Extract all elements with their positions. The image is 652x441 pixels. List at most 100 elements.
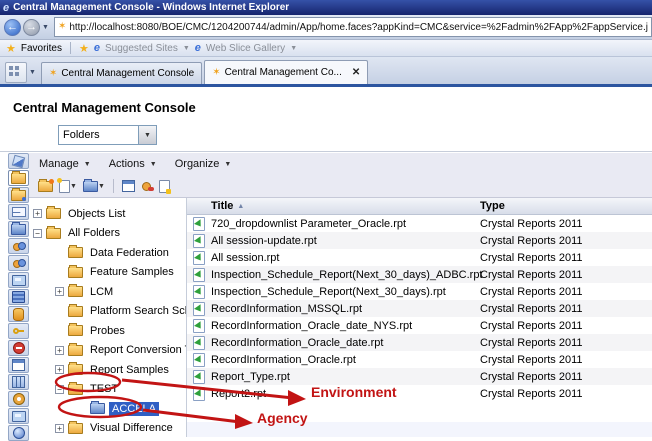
table-row[interactable]: All session.rptCrystal Reports 2011 — [187, 249, 652, 266]
table-row[interactable]: Inspection_Schedule_Report(Next_30_days)… — [187, 266, 652, 283]
type-column-header[interactable]: Type — [480, 200, 652, 212]
address-bar[interactable]: ✶ — [54, 17, 652, 37]
web-slice-button[interactable]: Web Slice Gallery — [206, 43, 285, 54]
tab-cmc-2-active[interactable]: ✶ Central Management Co... ✕ — [204, 60, 368, 84]
menu-row: Manage▼ Actions▼ Organize▼ — [39, 158, 231, 170]
table-row[interactable]: RecordInformation_Oracle_date_NYS.rptCry… — [187, 317, 652, 334]
new-object-button[interactable]: ▼ — [59, 180, 77, 193]
address-input[interactable] — [69, 22, 648, 33]
crystal-report-icon — [193, 370, 205, 384]
row-type: Crystal Reports 2011 — [480, 269, 652, 281]
cmc-area-dropdown[interactable]: Folders ▼ — [58, 125, 157, 145]
table-row[interactable]: Report2.rptCrystal Reports 2011 — [187, 385, 652, 402]
monitoring-button[interactable] — [8, 425, 29, 441]
expand-icon[interactable]: + — [55, 287, 64, 296]
chevron-down-icon[interactable]: ▼ — [138, 126, 156, 144]
tree-item-objects-list[interactable]: + Objects List — [29, 204, 186, 224]
tree-item-label: Visual Difference — [87, 421, 176, 435]
table-row[interactable]: RecordInformation_Oracle.rptCrystal Repo… — [187, 351, 652, 368]
favorites-button[interactable]: Favorites — [21, 43, 62, 54]
title-column-header[interactable]: Title ▲ — [211, 200, 480, 212]
folder-icon — [46, 208, 61, 219]
user-groups-button[interactable] — [8, 255, 29, 271]
users-button[interactable] — [8, 238, 29, 254]
tree-item-probes[interactable]: Probes — [29, 321, 186, 341]
tree-item-visual-difference[interactable]: + Visual Difference — [29, 419, 186, 438]
history-dropdown-icon[interactable]: ▼ — [42, 24, 49, 31]
add-favorite-icon[interactable]: ★ — [79, 42, 89, 55]
row-type: Crystal Reports 2011 — [480, 252, 652, 264]
table-row[interactable]: Report_Type.rptCrystal Reports 2011 — [187, 368, 652, 385]
settings-button[interactable] — [8, 391, 29, 407]
crystal-report-icon — [193, 234, 205, 248]
manage-menu[interactable]: Manage▼ — [39, 158, 91, 170]
table-row[interactable]: All session-update.rptCrystal Reports 20… — [187, 232, 652, 249]
expand-icon[interactable]: + — [55, 346, 64, 355]
chevron-down-icon[interactable]: ▼ — [98, 183, 105, 190]
back-button[interactable]: ← — [4, 19, 21, 36]
menu-label: Actions — [109, 158, 145, 170]
add-folder-button[interactable] — [38, 181, 53, 192]
remove-user-icon — [141, 181, 153, 191]
calendars-button[interactable] — [8, 357, 29, 373]
access-levels-button[interactable] — [8, 340, 29, 356]
agency-annotation: Agency — [257, 410, 308, 426]
table-row[interactable]: Inspection_Schedule_Report(Next_30_days)… — [187, 283, 652, 300]
suggested-sites-caret-icon[interactable]: ▼ — [183, 45, 190, 52]
tree-item-accela[interactable]: ACCELA — [29, 399, 186, 419]
events-button[interactable] — [8, 374, 29, 390]
tree-item-report-conversion-tool[interactable]: +Report Conversion Tool — [29, 341, 186, 361]
tab-close-icon[interactable]: ✕ — [352, 67, 360, 78]
folders-button[interactable] — [8, 170, 29, 186]
column-label: Type — [480, 200, 505, 212]
tree-item-label: Objects List — [65, 207, 128, 221]
row-icon-cell — [187, 353, 211, 367]
categories-button[interactable] — [8, 221, 29, 237]
organize-folder-button[interactable]: ▼ — [83, 181, 105, 192]
tree-item-platform-search-scheduling[interactable]: Platform Search Scheduling — [29, 302, 186, 322]
tree-item-all-folders[interactable]: −All Folders — [29, 224, 186, 244]
servers-button[interactable] — [8, 289, 29, 305]
chevron-down-icon: ▼ — [84, 161, 91, 168]
table-row[interactable]: RecordInformation_MSSQL.rptCrystal Repor… — [187, 300, 652, 317]
license-keys-button[interactable] — [8, 408, 29, 424]
connections-button[interactable] — [8, 306, 29, 322]
collapse-icon[interactable]: − — [33, 229, 42, 238]
table-row[interactable]: 720_dropdownlist Parameter_Oracle.rptCry… — [187, 215, 652, 232]
row-title: All session-update.rpt — [211, 235, 480, 247]
applications-button[interactable] — [8, 323, 29, 339]
home-button[interactable] — [8, 153, 29, 169]
remove-user-button[interactable] — [141, 181, 153, 191]
organize-menu[interactable]: Organize▼ — [175, 158, 232, 170]
suggested-sites-button[interactable]: Suggested Sites — [105, 43, 178, 54]
user-security-button[interactable] — [122, 180, 135, 192]
forward-button[interactable]: → — [23, 19, 40, 36]
crystal-report-icon — [193, 387, 205, 401]
collapse-icon[interactable]: − — [55, 385, 64, 394]
tree-item-data-federation[interactable]: Data Federation — [29, 243, 186, 263]
favorites-star-icon: ★ — [6, 42, 16, 55]
note-button[interactable] — [159, 180, 170, 193]
home-icon — [12, 154, 25, 167]
tree-item-test[interactable]: −TEST — [29, 380, 186, 400]
actions-menu[interactable]: Actions▼ — [109, 158, 157, 170]
expand-icon[interactable]: + — [55, 365, 64, 374]
tab-list-caret-icon[interactable]: ▼ — [29, 69, 36, 76]
web-slice-caret-icon[interactable]: ▼ — [290, 45, 297, 52]
folder-icon — [68, 247, 83, 258]
tab-favicon: ✶ — [49, 69, 57, 79]
inboxes-button[interactable] — [8, 204, 29, 220]
sessions-button[interactable] — [8, 272, 29, 288]
table-row[interactable]: RecordInformation_Oracle_date.rptCrystal… — [187, 334, 652, 351]
expand-icon[interactable]: + — [55, 424, 64, 433]
tree-item-lcm[interactable]: +LCM — [29, 282, 186, 302]
chevron-down-icon[interactable]: ▼ — [70, 183, 77, 190]
tree-item-feature-samples[interactable]: Feature Samples — [29, 263, 186, 283]
tab-cmc-1[interactable]: ✶ Central Management Console — [41, 62, 202, 84]
personal-folders-button[interactable] — [8, 187, 29, 203]
divider — [70, 42, 71, 54]
expand-icon[interactable]: + — [33, 209, 42, 218]
quick-tabs-button[interactable] — [5, 62, 27, 83]
table-body: 720_dropdownlist Parameter_Oracle.rptCry… — [187, 215, 652, 402]
tree-item-report-samples[interactable]: +Report Samples — [29, 360, 186, 380]
